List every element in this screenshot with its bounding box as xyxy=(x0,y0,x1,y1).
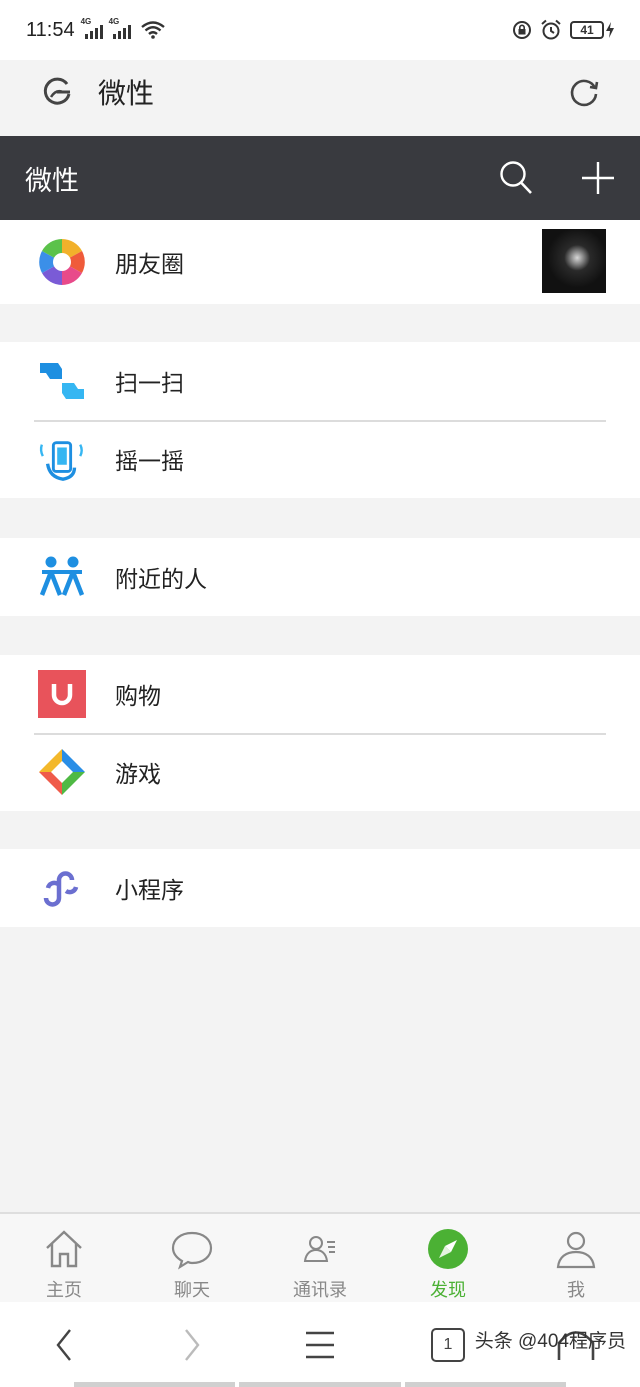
tab-me-label: 我 xyxy=(567,1280,585,1301)
scan-label: 扫一扫 xyxy=(115,371,184,397)
mini-programs-label: 小程序 xyxy=(115,878,184,904)
list-item-mini-programs[interactable]: 小程序 xyxy=(0,849,640,927)
header-actions xyxy=(499,160,615,196)
nearby-label: 附近的人 xyxy=(115,567,207,593)
tab-discover-label: 发现 xyxy=(430,1280,466,1301)
list-item-nearby[interactable]: 附近的人 xyxy=(0,538,640,616)
moments-thumbnail xyxy=(542,229,606,293)
moments-aperture-icon xyxy=(38,238,86,286)
tabs-count-icon: 1 xyxy=(431,1327,465,1362)
scan-icon xyxy=(38,357,86,405)
moments-group: 朋友圈 xyxy=(0,220,640,304)
wifi-icon xyxy=(140,21,165,39)
list-item-moments[interactable]: 朋友圈 xyxy=(0,220,640,304)
person-icon xyxy=(556,1231,596,1269)
back-button[interactable] xyxy=(0,1302,128,1387)
contacts-icon xyxy=(303,1236,335,1262)
page-title: 微性 xyxy=(25,165,79,197)
chat-bubble-icon xyxy=(171,1231,213,1270)
shake-label: 摇一摇 xyxy=(115,449,184,475)
cell-signal-icon: 4G xyxy=(109,17,131,39)
address-text[interactable]: 微性 xyxy=(98,72,154,112)
signal-group: 4G 4G xyxy=(81,17,165,39)
cell-signal-icon: 4G xyxy=(81,17,103,39)
compass-icon xyxy=(428,1229,468,1269)
moments-label: 朋友圈 xyxy=(115,252,184,278)
search-icon[interactable] xyxy=(499,160,533,196)
tab-contacts-label: 通讯录 xyxy=(293,1280,347,1301)
lock-rotation-icon xyxy=(513,21,531,39)
list-item-shake[interactable]: 摇一摇 xyxy=(0,420,640,498)
nearby-group: 附近的人 xyxy=(0,538,640,616)
tab-discover[interactable]: 发现 xyxy=(384,1214,512,1302)
list-item-shopping[interactable]: 购物 xyxy=(0,655,640,733)
shopping-label: 购物 xyxy=(115,684,161,710)
chevron-right-icon xyxy=(185,1328,200,1361)
status-bar: 11:54 4G 4G 41 xyxy=(0,0,640,60)
status-right: 41 xyxy=(512,19,614,41)
forward-button[interactable] xyxy=(128,1302,256,1387)
add-icon[interactable] xyxy=(581,161,615,195)
menu-icon xyxy=(306,1331,334,1358)
app-header: 微性 xyxy=(0,136,640,220)
games-label: 游戏 xyxy=(115,762,161,788)
battery-icon: 41 xyxy=(570,21,604,39)
bottom-tab-bar: 主页 聊天 通讯录 发现 我 xyxy=(0,1212,640,1302)
charging-icon xyxy=(606,22,614,38)
menu-button[interactable] xyxy=(256,1302,384,1387)
tabs-count: 1 xyxy=(443,1335,453,1353)
mini-programs-group: 小程序 xyxy=(0,849,640,927)
scan-shake-group: 扫一扫 摇一摇 xyxy=(0,342,640,498)
mini-program-icon xyxy=(38,864,86,912)
status-time: 11:54 xyxy=(26,18,75,41)
tab-home[interactable]: 主页 xyxy=(0,1214,128,1302)
home-icon xyxy=(46,1230,82,1268)
browser-logo-icon xyxy=(43,77,71,105)
tab-me[interactable]: 我 xyxy=(512,1214,640,1302)
address-bar[interactable]: 微性 xyxy=(18,62,622,122)
tab-contacts[interactable]: 通讯录 xyxy=(256,1214,384,1302)
reload-icon[interactable] xyxy=(568,76,600,108)
tab-home-label: 主页 xyxy=(46,1280,82,1301)
alarm-icon xyxy=(541,19,561,40)
bottom-indicator-strip xyxy=(74,1382,566,1387)
nearby-people-icon xyxy=(38,553,86,601)
chevron-left-icon xyxy=(56,1328,71,1361)
shopping-bag-icon xyxy=(38,670,86,718)
games-icon xyxy=(38,748,86,796)
tab-chat[interactable]: 聊天 xyxy=(128,1214,256,1302)
battery-level: 41 xyxy=(580,23,594,37)
shake-phone-icon xyxy=(38,435,86,483)
list-item-games[interactable]: 游戏 xyxy=(0,733,640,811)
watermark-text: 头条 @404程序员 xyxy=(474,1331,626,1352)
tab-chat-label: 聊天 xyxy=(174,1280,210,1301)
shopping-games-group: 购物 游戏 xyxy=(0,655,640,811)
list-item-scan[interactable]: 扫一扫 xyxy=(0,342,640,420)
